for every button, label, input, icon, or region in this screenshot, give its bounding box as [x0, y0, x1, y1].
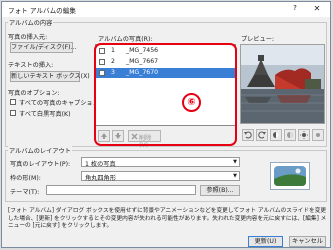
cancel-button[interactable]: キャンセル — [289, 236, 326, 247]
new-textbox-button[interactable]: 新しいテキスト ボックス(X) — [10, 71, 90, 82]
contrast-up-button[interactable] — [270, 129, 282, 141]
rotate-left-button[interactable] — [242, 129, 254, 141]
update-button[interactable]: 更新(U) — [248, 236, 283, 247]
preview-image — [240, 44, 325, 124]
chevron-down-icon: ▼ — [233, 159, 237, 165]
picture-layout-label: 写真のレイアウト(P): — [10, 161, 71, 168]
insert-picture-label: 写真の挿入元: — [8, 34, 48, 41]
photo-album-dialog: フォト アルバムの編集 ? ✕ アルバムの内容 写真の挿入元: ファイル/ディス… — [1, 1, 331, 248]
insert-text-label: テキストの挿入: — [8, 62, 54, 69]
album-layout-title: アルバムのレイアウト — [8, 146, 72, 155]
frame-shape-value: 角丸四角形 — [85, 175, 116, 182]
contrast-up-icon — [273, 132, 279, 138]
annotation-highlight — [94, 43, 237, 146]
help-button[interactable]: ? — [289, 4, 301, 15]
file-disk-button[interactable]: ファイル/ディスク(F)... — [10, 42, 76, 53]
bw-checkbox-label[interactable]: すべて白黒写真(K) — [19, 109, 71, 118]
chevron-down-icon: ▼ — [233, 173, 237, 179]
temple-photo-icon — [241, 45, 324, 123]
close-button[interactable]: ✕ — [310, 4, 324, 15]
frame-shape-label: 枠の形(M): — [10, 175, 41, 182]
bw-checkbox[interactable] — [10, 110, 16, 116]
rotate-left-icon — [244, 131, 252, 139]
theme-label: テーマ(T): — [10, 189, 40, 196]
theme-input[interactable] — [46, 185, 196, 195]
picture-layout-select[interactable]: 1 枚の写真 ▼ — [81, 157, 240, 168]
brightness-up-button[interactable] — [298, 129, 310, 141]
frame-shape-select[interactable]: 角丸四角形 ▼ — [81, 171, 240, 182]
title-bar: フォト アルバムの編集 ? ✕ — [2, 2, 330, 17]
preview-label: プレビュー: — [241, 36, 275, 43]
layout-preview-icon — [270, 162, 310, 190]
rotate-right-button[interactable] — [256, 129, 268, 141]
annotation-number: ⑥ — [182, 93, 201, 112]
layout-preview-thumbnail — [270, 162, 310, 190]
brightness-up-icon — [300, 131, 308, 139]
album-content-title: アルバムの内容 — [8, 18, 54, 27]
picture-options-label: 写真のオプション: — [8, 90, 60, 97]
brightness-down-icon — [316, 133, 320, 137]
browse-button[interactable]: 参照(B)... — [200, 185, 240, 196]
picture-layout-value: 1 枚の写真 — [85, 161, 116, 168]
rotate-right-icon — [258, 131, 266, 139]
brightness-down-button[interactable] — [312, 129, 324, 141]
contrast-down-button[interactable] — [284, 129, 296, 141]
picture-list-label: アルバムの写真(R): — [98, 36, 153, 43]
contrast-down-icon — [287, 132, 293, 138]
dialog-title: フォト アルバムの編集 — [8, 7, 76, 15]
update-note-text: [フォト アルバム] ダイアログ ボックスを使用せずに背景やアニメーションなどを… — [8, 208, 327, 230]
caption-checkbox[interactable] — [10, 99, 16, 105]
